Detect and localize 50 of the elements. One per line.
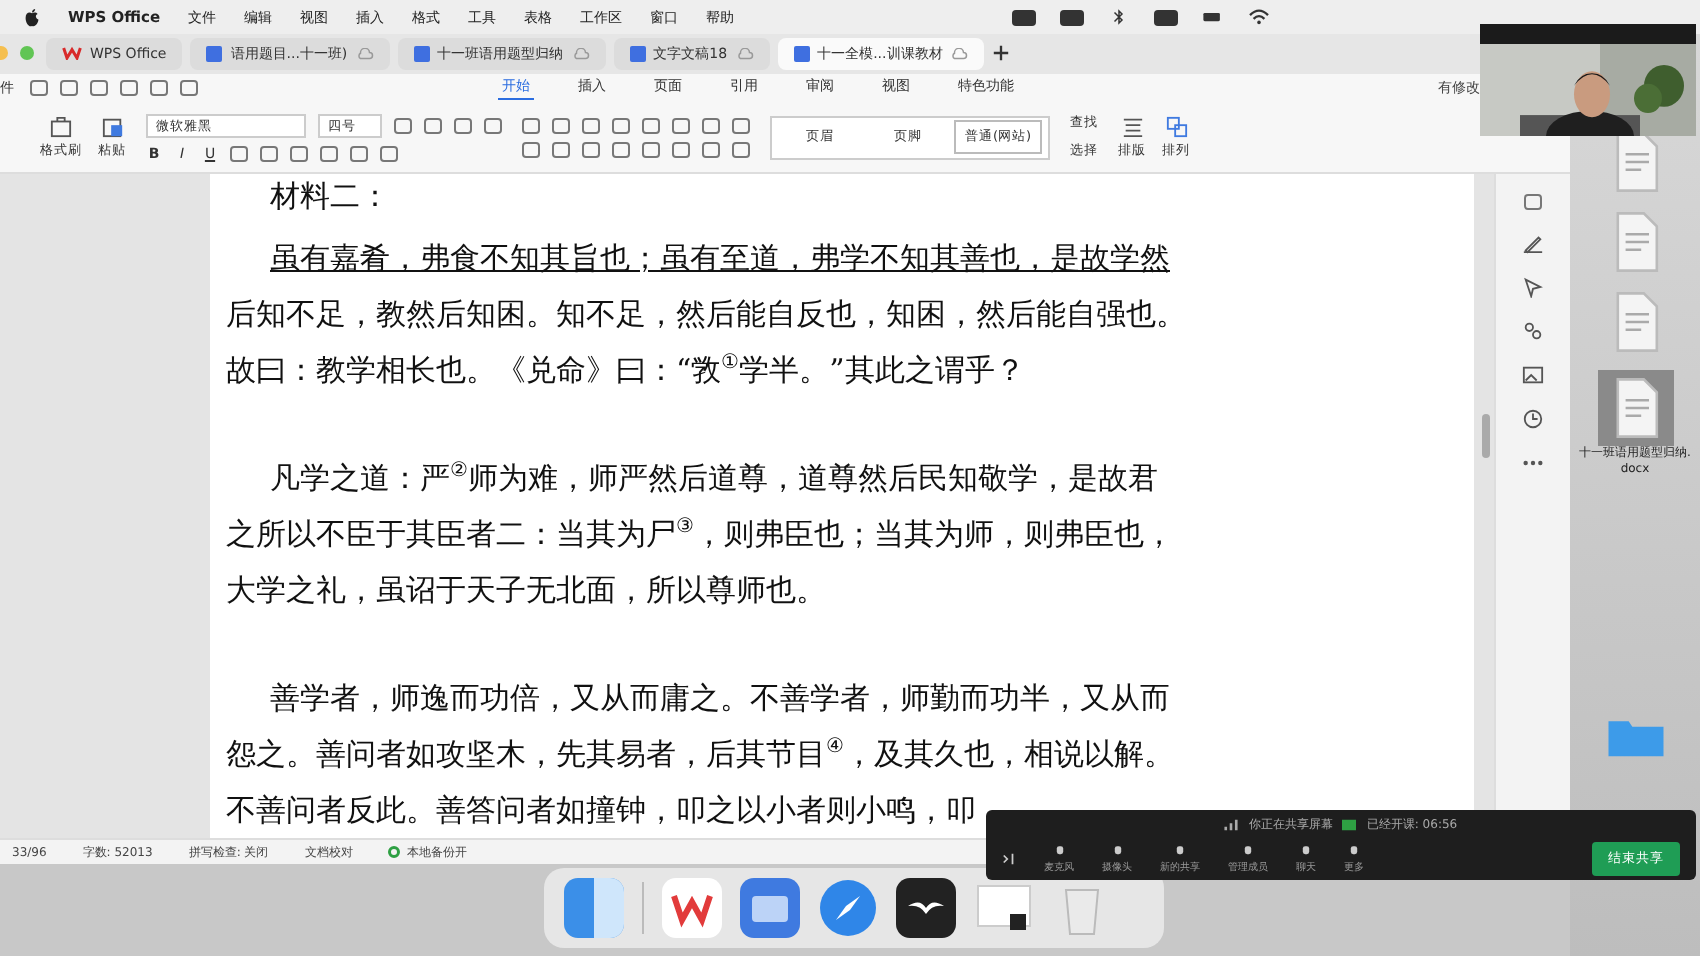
text-line: 材料二： [268,176,390,219]
text-line: 善学者，师逸而功倍，又从而庸之。不善学者，师勤而功半，又从而 [268,678,1170,721]
cloud-icon [950,47,969,60]
pen-icon[interactable] [1522,232,1544,255]
battery-icon[interactable] [1202,8,1224,26]
text-line: 大学之礼，虽诏于天子无北面，所以尊师也。 [226,570,826,613]
arrange-icon [1163,115,1189,138]
cloud-icon [571,47,590,60]
wifi-icon[interactable] [1248,8,1270,26]
button-icon [1109,843,1125,857]
signal-icon [1224,817,1239,831]
text-line: 之所以不臣于其臣者二：当其为尸$^{③}$，则弗臣也；当其为师，则弗臣也， [226,514,1174,557]
compass-icon[interactable] [818,878,878,938]
history-icon[interactable] [1522,408,1544,431]
document-icon [206,45,223,62]
document-icon [793,45,810,62]
button-icon [1298,843,1314,857]
text-line: 不善问者反此。善答问者如撞钟，叩之以小者则小鸣，叩 [226,790,976,833]
status-icon[interactable] [1060,9,1084,25]
backup-icon [388,846,401,859]
document-icon [629,45,646,62]
text-line: 后知不足，教然后知困。知不足，然后能自反也，知困，然后能自强也。 [226,294,1186,337]
scrollbar[interactable] [1482,414,1490,459]
collapse-icon[interactable] [1002,851,1016,865]
paste-icon [99,115,125,138]
wps-app-icon[interactable] [662,878,722,938]
wps-logo-icon [62,46,82,61]
text-line: 故曰：教学相长也。《兑命》曰：“敩$^{①}$学半。”其此之谓乎？ [226,350,1025,393]
cursor-icon[interactable] [1522,276,1544,299]
screen-icon [1342,817,1357,831]
text-line: 怨之。善问者如攻坚木，先其易者，后其节目$^{④}$，及其久也，相说以解。 [226,734,1174,777]
button-icon [1240,843,1256,857]
meeting-app-icon[interactable] [740,878,800,938]
document-icon [413,45,430,62]
button-icon [1051,843,1067,857]
status-icon[interactable] [1154,9,1178,25]
apple-icon[interactable] [24,7,40,27]
button-icon [1172,843,1188,857]
text-line: 凡学之道：严$^{②}$师为难，师严然后道尊，道尊然后民知敬学，是故君 [268,458,1158,501]
image-icon[interactable] [1522,364,1544,387]
lines-icon [1119,115,1145,138]
bird-app-icon[interactable] [896,878,956,938]
cloud-icon [355,47,374,60]
button-icon [1346,843,1362,857]
status-icon[interactable] [1012,9,1036,25]
cloud-icon [735,47,754,60]
new-tab-icon[interactable] [992,44,1011,63]
settings-icon[interactable] [1522,320,1544,343]
text-line: 虽有嘉肴，弗食不知其旨也；虽有至道，弗学不知其善也，是故学然 [268,238,1170,281]
clipboard-icon [48,115,74,138]
